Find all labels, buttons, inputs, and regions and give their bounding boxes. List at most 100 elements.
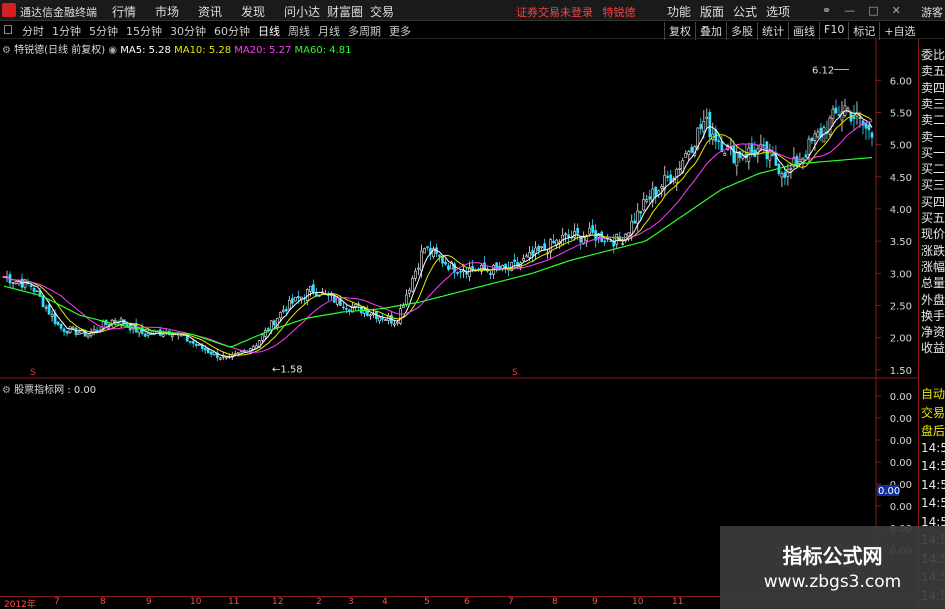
legend-settings-icon[interactable]: ⚙ [2, 45, 11, 56]
headset-icon[interactable]: ⚭ [822, 4, 831, 17]
tab-weekly[interactable]: 周线 [288, 23, 310, 39]
tab-multi-period[interactable]: 多周期 [348, 23, 381, 39]
candle-body [858, 117, 862, 119]
login-status[interactable]: 证券交易未登录 特锐德 [516, 4, 636, 20]
candle-body [11, 282, 15, 284]
date-tick-label: 5 [424, 597, 430, 607]
tool-duogu[interactable]: 多股 [726, 22, 757, 40]
candle-body [146, 332, 150, 336]
tab-monthly[interactable]: 月线 [318, 23, 340, 39]
candle-body [218, 357, 222, 360]
login-notice: 证券交易未登录 [516, 6, 593, 19]
candle-body [627, 232, 631, 237]
menu-item-jiaoyi[interactable]: 交易 [370, 3, 413, 20]
candle-body [95, 329, 99, 332]
layout-toggle-icon[interactable] [4, 25, 12, 34]
tab-1min[interactable]: 1分钟 [52, 23, 81, 39]
candle-body [648, 196, 652, 200]
candle-body [342, 306, 345, 309]
maximize-icon[interactable]: □ [868, 4, 878, 17]
event-marker: S [512, 368, 518, 378]
candle-body [35, 290, 39, 293]
candle-body [459, 271, 462, 273]
tab-daily[interactable]: 日线 [258, 23, 280, 39]
candle-body [615, 233, 619, 245]
price-tick-label: 4.50 [890, 173, 912, 184]
minimize-icon[interactable]: — [844, 4, 855, 17]
current-value-label: 0.00 [878, 486, 900, 497]
sub-tick-label: 0.00 [890, 436, 912, 447]
candle-body [447, 265, 450, 270]
tool-biaoji[interactable]: 标记 [848, 22, 879, 40]
date-tick-label: 9 [592, 597, 598, 607]
watermark-url: www.zbgs3.com [763, 572, 902, 592]
right-menu: 功能 版面 公式 选项 [667, 3, 799, 20]
menu-item-zixun[interactable]: 资讯 [198, 3, 241, 20]
tool-tongji[interactable]: 统计 [757, 22, 788, 40]
main-legend: ⚙ 特锐德(日线 前复权) ◉ MA5: 5.28 MA10: 5.28 MA2… [2, 41, 352, 56]
menu-item-shichang[interactable]: 市场 [155, 3, 198, 20]
candle-body [203, 348, 207, 351]
candle-body [813, 133, 817, 141]
menu-item-gongshi[interactable]: 公式 [733, 3, 757, 20]
menu-item-faxian[interactable]: 发现 [241, 3, 284, 20]
candle-body [399, 308, 402, 324]
price-tick-label: 2.00 [890, 334, 912, 345]
kline-chart[interactable]: 6.00 5.50 5.00 4.50 4.00 3.50 3.00 2.50 2.00 1.50… [0, 39, 918, 596]
candle-body [65, 330, 69, 334]
menu-item-wenxiaoda[interactable]: 问小达 [284, 3, 327, 20]
menu-item-gongneng[interactable]: 功能 [667, 3, 691, 20]
candle-body [345, 308, 348, 310]
tool-f10[interactable]: F10 [819, 22, 848, 40]
side-label: 买二 [921, 162, 945, 177]
guest-label[interactable]: 游客 [921, 4, 943, 20]
candle-body [495, 262, 498, 269]
candle-body [465, 272, 468, 275]
ma20-value: MA20: 5.27 [234, 45, 292, 56]
tool-huaxian[interactable]: 画线 [788, 22, 819, 40]
side-label: 涨跌 [921, 243, 945, 258]
tool-diejia[interactable]: 叠加 [695, 22, 726, 40]
candle-body [170, 334, 174, 338]
candle-body [639, 211, 643, 214]
candle-body [29, 284, 33, 288]
tab-15min[interactable]: 15分钟 [126, 23, 162, 39]
candle-body [804, 154, 808, 158]
side-label: 涨幅 [921, 259, 945, 274]
tool-zixuan[interactable]: +自选 [879, 22, 919, 40]
ma5-line [3, 110, 873, 358]
candle-body [621, 243, 625, 245]
candle-body [363, 310, 366, 314]
tab-5min[interactable]: 5分钟 [89, 23, 118, 39]
candle-body [47, 304, 51, 315]
tab-fenshi[interactable]: 分时 [22, 23, 44, 39]
candle-body [789, 168, 793, 170]
chart-tools: 复权 叠加 多股 统计 画线 F10 标记 +自选 [664, 22, 920, 40]
candle-body [378, 316, 381, 322]
side-time-label: 14:50 [921, 477, 945, 492]
tab-60min[interactable]: 60分钟 [214, 23, 250, 39]
tab-30min[interactable]: 30分钟 [170, 23, 206, 39]
menu-item-xuanxiang[interactable]: 选项 [766, 3, 790, 20]
date-tick-label: 4 [382, 597, 388, 607]
side-label: 换手 [921, 308, 945, 323]
candle-body [423, 248, 426, 254]
candle-body [293, 296, 297, 302]
side-label: 卖四 [921, 80, 945, 95]
candle-body [50, 314, 54, 317]
sub-settings-icon[interactable]: ⚙ [2, 385, 11, 396]
tool-fuquan[interactable]: 复权 [664, 22, 695, 40]
candle-body [642, 199, 646, 211]
candle-body [348, 309, 351, 312]
candle-body [396, 321, 399, 324]
side-label: 卖二 [921, 113, 945, 128]
menu-item-hangqing[interactable]: 行情 [112, 3, 155, 20]
menu-item-caifuquan[interactable]: 财富圈 [327, 3, 370, 20]
close-icon[interactable]: ✕ [892, 4, 901, 17]
candle-body [633, 220, 637, 224]
candle-body [251, 346, 255, 350]
tab-more[interactable]: 更多 [389, 23, 411, 39]
candle-body [441, 256, 444, 264]
menu-item-banmian[interactable]: 版面 [700, 3, 724, 20]
candle-body [56, 321, 60, 325]
